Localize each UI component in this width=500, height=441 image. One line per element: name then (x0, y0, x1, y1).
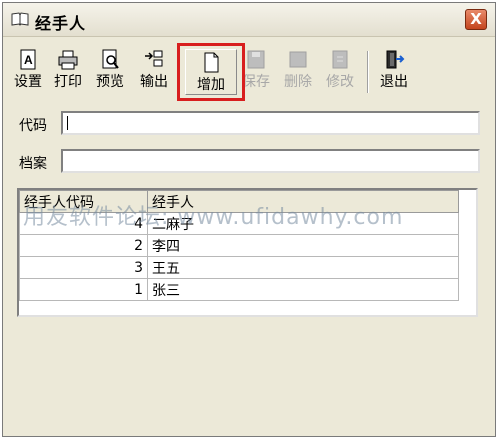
close-button[interactable]: X (465, 9, 487, 30)
delete-icon (289, 51, 307, 68)
setup-button[interactable]: A 设置 (11, 49, 45, 95)
export-button[interactable]: 输出 (137, 49, 171, 95)
text-caret (67, 116, 68, 130)
cell-name[interactable]: 李四 (147, 234, 459, 257)
book-icon (11, 12, 29, 26)
preview-button[interactable]: 预览 (93, 49, 127, 95)
delete-button[interactable]: 删除 (281, 49, 315, 95)
table-header-row: 经手人代码 经手人 (19, 190, 459, 213)
handler-table: 经手人代码 经手人 4 二麻子 2 李四 3 王五 1 张三 (19, 190, 459, 301)
toolbar: A 设置 打印 预览 输出 增加 保存 删除 修改 退出 (7, 43, 493, 101)
svg-text:A: A (24, 53, 33, 67)
print-button[interactable]: 打印 (51, 49, 85, 95)
window-title: 经手人 (35, 14, 87, 33)
cell-code[interactable]: 3 (19, 256, 148, 279)
export-label: 输出 (140, 74, 168, 90)
print-label: 打印 (54, 74, 82, 90)
table-row[interactable]: 3 王五 (19, 256, 459, 279)
handler-window: 经手人 X A 设置 打印 预览 输出 增加 保存 删除 修改 退出 代码 档案… (2, 2, 496, 437)
column-header-name[interactable]: 经手人 (147, 190, 459, 213)
cell-code[interactable]: 4 (19, 212, 148, 235)
preview-icon (102, 49, 119, 69)
exit-icon (386, 50, 405, 69)
table-row[interactable]: 2 李四 (19, 234, 459, 257)
setup-label: 设置 (14, 74, 42, 90)
add-button-highlight (177, 43, 245, 101)
code-label: 代码 (19, 118, 47, 134)
cell-name[interactable]: 王五 (147, 256, 459, 279)
edit-button[interactable]: 修改 (323, 49, 357, 95)
printer-icon (58, 50, 78, 70)
table-row[interactable]: 4 二麻子 (19, 212, 459, 235)
delete-label: 删除 (284, 74, 312, 90)
save-icon (247, 50, 265, 69)
cell-code[interactable]: 2 (19, 234, 148, 257)
archive-label: 档案 (19, 156, 47, 172)
exit-button[interactable]: 退出 (377, 49, 411, 95)
cell-name[interactable]: 二麻子 (147, 212, 459, 235)
page-setup-icon: A (20, 49, 36, 70)
table-row[interactable]: 1 张三 (19, 278, 459, 301)
edit-icon (332, 50, 348, 69)
cell-name[interactable]: 张三 (147, 278, 459, 301)
toolbar-separator (367, 51, 369, 93)
title-bar[interactable]: 经手人 X (3, 3, 495, 37)
archive-field[interactable] (61, 149, 480, 173)
export-icon (145, 50, 163, 67)
column-header-code[interactable]: 经手人代码 (19, 190, 148, 213)
save-label: 保存 (242, 74, 270, 90)
edit-label: 修改 (326, 74, 354, 90)
code-field[interactable] (61, 111, 480, 135)
handler-grid[interactable]: 经手人代码 经手人 4 二麻子 2 李四 3 王五 1 张三 (17, 188, 478, 317)
preview-label: 预览 (96, 74, 124, 90)
cell-code[interactable]: 1 (19, 278, 148, 301)
exit-label: 退出 (380, 74, 408, 90)
